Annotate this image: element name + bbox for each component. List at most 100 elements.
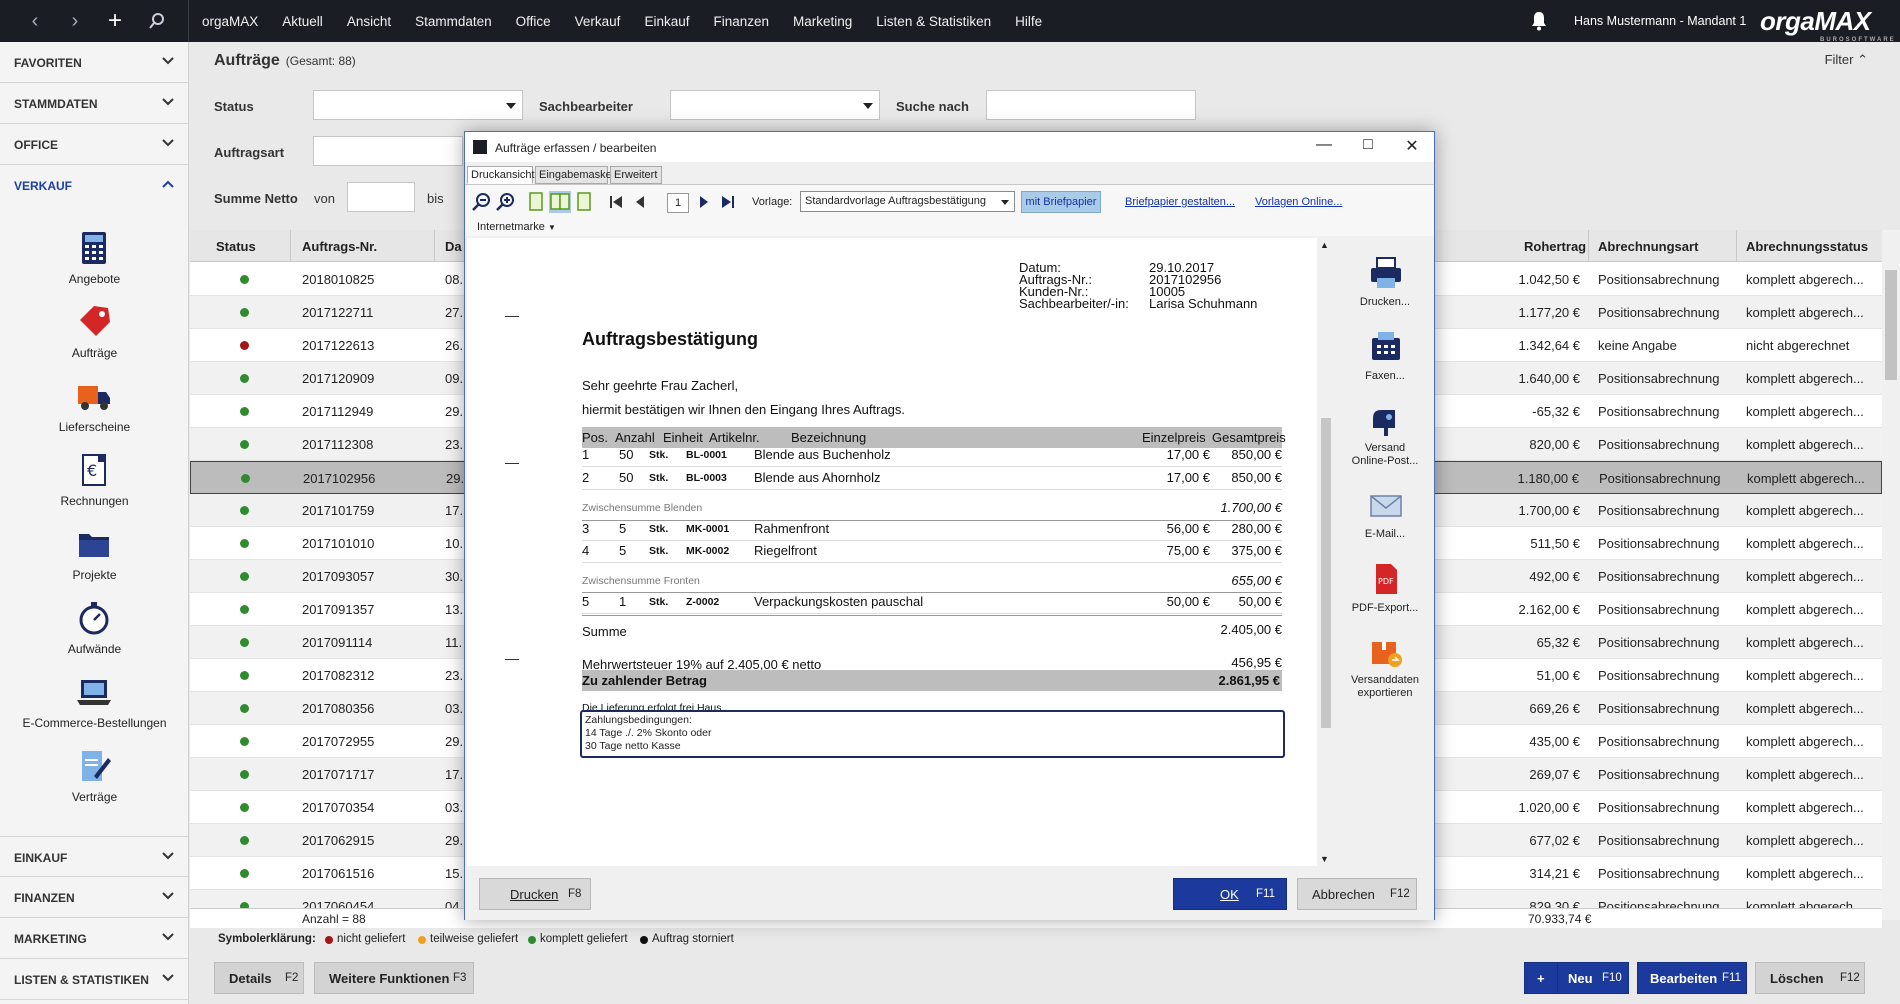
page-width-icon[interactable]	[573, 191, 595, 213]
col-status[interactable]: Status	[216, 239, 256, 254]
zoom-in-icon[interactable]	[495, 191, 517, 213]
sidebar-section-finanzen[interactable]: FINANZEN	[0, 877, 189, 918]
status-dot-icon	[240, 374, 249, 383]
briefpapier-gestalten-link[interactable]: Briefpapier gestalten...	[1125, 196, 1235, 208]
status-select[interactable]	[313, 90, 523, 120]
cell-rohertrag: 51,00 €	[1536, 668, 1580, 683]
briefpapier-toggle[interactable]: mit Briefpapier	[1021, 191, 1101, 213]
online-post-action[interactable]: Versand Online-Post...	[1336, 404, 1434, 474]
abbrechen-button[interactable]: Abbrechen F12	[1297, 878, 1417, 910]
doc-line-pos: 5	[582, 594, 590, 609]
menu-aktuell[interactable]: Aktuell	[282, 14, 323, 29]
status-dot-icon	[240, 704, 249, 713]
menu-einkauf[interactable]: Einkauf	[644, 14, 689, 29]
sidebar-section-verkauf[interactable]: VERKAUF	[0, 165, 189, 206]
forward-icon[interactable]: ›	[62, 8, 88, 34]
sachbearbeiter-select[interactable]	[670, 90, 880, 120]
menu-app[interactable]: orgaMAX	[202, 14, 258, 29]
auftragsart-select[interactable]	[313, 136, 463, 166]
sidebar-section-office[interactable]: OFFICE	[0, 124, 189, 165]
email-action[interactable]: E-Mail...	[1336, 488, 1434, 548]
sidebar-item-aufwaende[interactable]: Aufwände	[0, 600, 189, 670]
suche-label: Suche nach	[896, 99, 969, 114]
vorlage-select[interactable]: Standardvorlage Auftragsbestätigung	[800, 191, 1015, 212]
sidebar-section-einkauf[interactable]: EINKAUF	[0, 836, 189, 877]
drucken-button[interactable]: Drucken F8	[479, 878, 591, 910]
prev-page-icon[interactable]	[629, 191, 651, 213]
table-scrollbar[interactable]	[1882, 230, 1900, 920]
maximize-icon[interactable]: □	[1357, 136, 1379, 158]
preview-scrollbar[interactable]: ▲ ▼	[1317, 238, 1335, 866]
menu-office[interactable]: Office	[516, 14, 551, 29]
internetmarke-dropdown[interactable]: Internetmarke ▼	[477, 221, 556, 233]
sidebar-item-projekte[interactable]: Projekte	[0, 526, 189, 596]
weitere-funktionen-button[interactable]: Weitere Funktionen F3	[314, 962, 474, 994]
loeschen-button[interactable]: Löschen F12	[1755, 962, 1865, 994]
sidebar-item-lieferscheine[interactable]: Lieferscheine	[0, 378, 189, 448]
col-rohertrag[interactable]: Rohertrag	[1524, 239, 1586, 254]
col-abrechnungsstatus[interactable]: Abrechnungsstatus	[1746, 239, 1868, 254]
chevron-down-icon	[162, 933, 174, 941]
close-icon[interactable]: ✕	[1401, 136, 1423, 158]
menu-stammdaten[interactable]: Stammdaten	[415, 14, 492, 29]
back-icon[interactable]: ‹	[22, 8, 48, 34]
sidebar-section-stammdaten[interactable]: STAMMDATEN	[0, 83, 189, 124]
sidebar-item-angebote[interactable]: Angebote	[0, 230, 189, 300]
menu-ansicht[interactable]: Ansicht	[347, 14, 391, 29]
menu-verkauf[interactable]: Verkauf	[575, 14, 621, 29]
minimize-icon[interactable]: —	[1313, 136, 1335, 158]
col-datum[interactable]: Da	[445, 239, 462, 254]
two-pages-icon[interactable]	[549, 191, 571, 213]
chevron-down-icon	[162, 57, 174, 65]
versanddaten-export-action[interactable]: Versanddaten exportieren	[1336, 636, 1434, 706]
details-button[interactable]: Details F2	[214, 962, 304, 994]
last-page-icon[interactable]	[717, 191, 739, 213]
cell-datum: 08.	[445, 272, 464, 287]
sidebar-item-auftraege[interactable]: Aufträge	[0, 304, 189, 374]
pdf-export-action[interactable]: PDF PDF-Export...	[1336, 562, 1434, 622]
menu-finanzen[interactable]: Finanzen	[713, 14, 769, 29]
menu-hilfe[interactable]: Hilfe	[1015, 14, 1042, 29]
next-page-icon[interactable]	[693, 191, 715, 213]
tab-eingabemaske[interactable]: Eingabemaske	[535, 166, 612, 184]
page-number-input[interactable]: 1	[667, 193, 689, 213]
faxen-action[interactable]: Faxen...	[1336, 330, 1434, 390]
col-abrechnungsart[interactable]: Abrechnungsart	[1598, 239, 1698, 254]
menu-marketing[interactable]: Marketing	[793, 14, 852, 29]
col-nr[interactable]: Auftrags-Nr.	[302, 239, 377, 254]
drucken-action[interactable]: Drucken...	[1336, 256, 1434, 316]
doc-sub2-value: 655,00 €	[1231, 573, 1282, 588]
scroll-up-icon[interactable]: ▲	[1320, 240, 1329, 250]
vorlagen-online-link[interactable]: Vorlagen Online...	[1255, 196, 1342, 208]
filter-toggle[interactable]: Filter ⌃	[1825, 52, 1868, 68]
cell-datum: 23.	[445, 668, 464, 683]
tab-druckansicht[interactable]: Druckansicht	[467, 166, 535, 184]
first-page-icon[interactable]	[605, 191, 627, 213]
cell-auftrags-nr: 2017091357	[302, 602, 375, 617]
sidebar-section-listen[interactable]: LISTEN & STATISTIKEN	[0, 959, 189, 1000]
new-plus-icon[interactable]: +	[102, 8, 128, 34]
scroll-down-icon[interactable]: ▼	[1320, 854, 1329, 864]
single-page-icon[interactable]	[525, 191, 547, 213]
ok-button[interactable]: OK F11	[1173, 878, 1287, 910]
status-dot-icon	[240, 770, 249, 779]
doc-line-ein: Stk.	[649, 449, 669, 461]
sidebar-section-favoriten[interactable]: FAVORITEN	[0, 42, 189, 83]
sidebar-item-vertraege[interactable]: Verträge	[0, 748, 189, 818]
sidebar-item-rechnungen[interactable]: € Rechnungen	[0, 452, 189, 522]
search-icon[interactable]	[144, 8, 170, 34]
zoom-out-icon[interactable]	[471, 191, 493, 213]
menu-listen[interactable]: Listen & Statistiken	[876, 14, 991, 29]
neu-button[interactable]: Neu F10	[1557, 962, 1629, 994]
summe-von-input[interactable]	[347, 182, 415, 212]
sidebar-section-marketing[interactable]: MARKETING	[0, 918, 189, 959]
user-name[interactable]: Hans Mustermann - Mandant 1	[1574, 14, 1746, 28]
sidebar-item-ecommerce[interactable]: E-Commerce-Bestellungen	[0, 674, 189, 744]
search-input[interactable]	[986, 90, 1196, 120]
bell-icon[interactable]	[1530, 11, 1548, 34]
stopwatch-icon	[79, 602, 109, 635]
payment-terms-box[interactable]: Zahlungsbedingungen: 14 Tage ./. 2% Skon…	[580, 710, 1285, 758]
tab-erweitert[interactable]: Erweitert	[610, 166, 662, 184]
add-plus-button[interactable]: +	[1524, 962, 1558, 994]
bearbeiten-button[interactable]: Bearbeiten F11	[1637, 962, 1747, 994]
